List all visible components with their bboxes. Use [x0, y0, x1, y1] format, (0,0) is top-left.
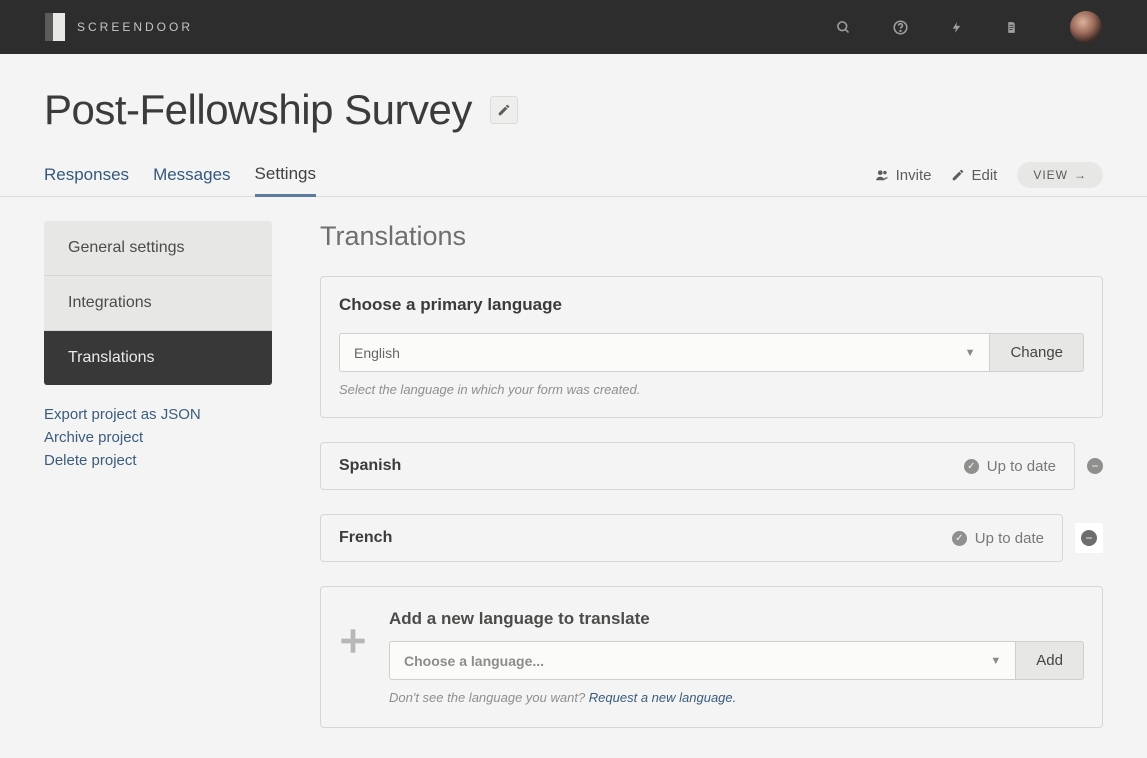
add-language-heading: Add a new language to translate [389, 609, 1084, 629]
helper-prefix: Don't see the language you want? [389, 690, 589, 705]
brand-name: SCREENDOOR [77, 20, 193, 34]
request-language-link[interactable]: Request a new language. [589, 690, 736, 705]
logo-area[interactable]: SCREENDOOR [45, 13, 193, 41]
caret-down-icon: ▼ [990, 655, 1001, 667]
tabs-actions: Invite Edit VIEW → [874, 162, 1103, 188]
primary-language-select[interactable]: English ▼ [339, 333, 989, 372]
remove-language-button[interactable]: − [1081, 530, 1097, 546]
project-links: Export project as JSON Archive project D… [44, 403, 272, 472]
tab-settings[interactable]: Settings [255, 154, 316, 197]
primary-language-heading: Choose a primary language [339, 295, 1084, 315]
main: General settings Integrations Translatio… [0, 197, 1147, 758]
invite-label: Invite [896, 167, 932, 184]
language-name: Spanish [339, 457, 401, 475]
avatar[interactable] [1070, 11, 1102, 43]
language-status: ✓ Up to date [952, 530, 1044, 547]
lightning-icon[interactable] [950, 20, 963, 35]
add-language-panel: Add a new language to translate Choose a… [320, 586, 1103, 728]
minus-icon: − [1085, 531, 1092, 545]
search-icon[interactable] [836, 20, 851, 35]
pencil-icon [951, 168, 965, 182]
primary-language-helper: Select the language in which your form w… [339, 382, 1084, 397]
minus-icon: − [1091, 459, 1098, 473]
arrow-right-icon: → [1074, 168, 1087, 182]
tab-responses[interactable]: Responses [44, 155, 129, 195]
language-status-text: Up to date [987, 458, 1056, 475]
people-icon [874, 168, 890, 182]
sidebar-item-translations[interactable]: Translations [44, 331, 272, 385]
remove-language-button[interactable]: − [1087, 458, 1103, 474]
tabs-row: Responses Messages Settings Invite Edit … [0, 154, 1147, 197]
edit-title-button[interactable] [490, 96, 518, 124]
view-label: VIEW [1033, 168, 1068, 182]
edit-button[interactable]: Edit [951, 167, 997, 184]
primary-language-value: English [354, 345, 400, 361]
caret-down-icon: ▼ [965, 347, 976, 359]
add-language-helper: Don't see the language you want? Request… [389, 690, 1084, 705]
change-button[interactable]: Change [989, 333, 1084, 372]
language-row-spanish-wrap: Spanish ✓ Up to date − [320, 442, 1103, 490]
view-button[interactable]: VIEW → [1017, 162, 1103, 188]
language-status-text: Up to date [975, 530, 1044, 547]
settings-nav: General settings Integrations Translatio… [44, 221, 272, 385]
add-language-placeholder: Choose a language... [404, 653, 544, 669]
settings-sidebar: General settings Integrations Translatio… [44, 221, 272, 728]
language-row-french[interactable]: French ✓ Up to date [320, 514, 1063, 562]
content: Translations Choose a primary language E… [320, 221, 1103, 728]
add-language-select[interactable]: Choose a language... ▼ [389, 641, 1015, 680]
page-title: Post-Fellowship Survey [44, 86, 472, 134]
section-heading: Translations [320, 221, 1103, 252]
language-row-spanish[interactable]: Spanish ✓ Up to date [320, 442, 1075, 490]
help-icon[interactable] [893, 20, 908, 35]
check-circle-icon: ✓ [952, 531, 967, 546]
header-actions [836, 11, 1102, 43]
add-language-row: Choose a language... ▼ Add [389, 641, 1084, 680]
language-name: French [339, 529, 392, 547]
document-icon[interactable] [1005, 20, 1018, 35]
edit-label: Edit [971, 167, 997, 184]
sidebar-item-integrations[interactable]: Integrations [44, 276, 272, 331]
language-row-french-wrap: French ✓ Up to date − [320, 514, 1103, 562]
invite-button[interactable]: Invite [874, 167, 932, 184]
plus-icon [339, 627, 367, 655]
primary-language-row: English ▼ Change [339, 333, 1084, 372]
language-status: ✓ Up to date [964, 458, 1056, 475]
export-project-link[interactable]: Export project as JSON [44, 403, 272, 426]
title-block: Post-Fellowship Survey [0, 54, 1147, 134]
check-circle-icon: ✓ [964, 459, 979, 474]
primary-language-panel: Choose a primary language English ▼ Chan… [320, 276, 1103, 418]
add-language-body: Add a new language to translate Choose a… [389, 609, 1084, 705]
pencil-icon [497, 103, 511, 117]
sidebar-item-general[interactable]: General settings [44, 221, 272, 276]
app-header: SCREENDOOR [0, 0, 1147, 54]
remove-language-button-hover: − [1075, 523, 1103, 553]
archive-project-link[interactable]: Archive project [44, 426, 272, 449]
add-button[interactable]: Add [1015, 641, 1084, 680]
tab-messages[interactable]: Messages [153, 155, 230, 195]
logo-mark-icon [45, 13, 65, 41]
delete-project-link[interactable]: Delete project [44, 449, 272, 472]
